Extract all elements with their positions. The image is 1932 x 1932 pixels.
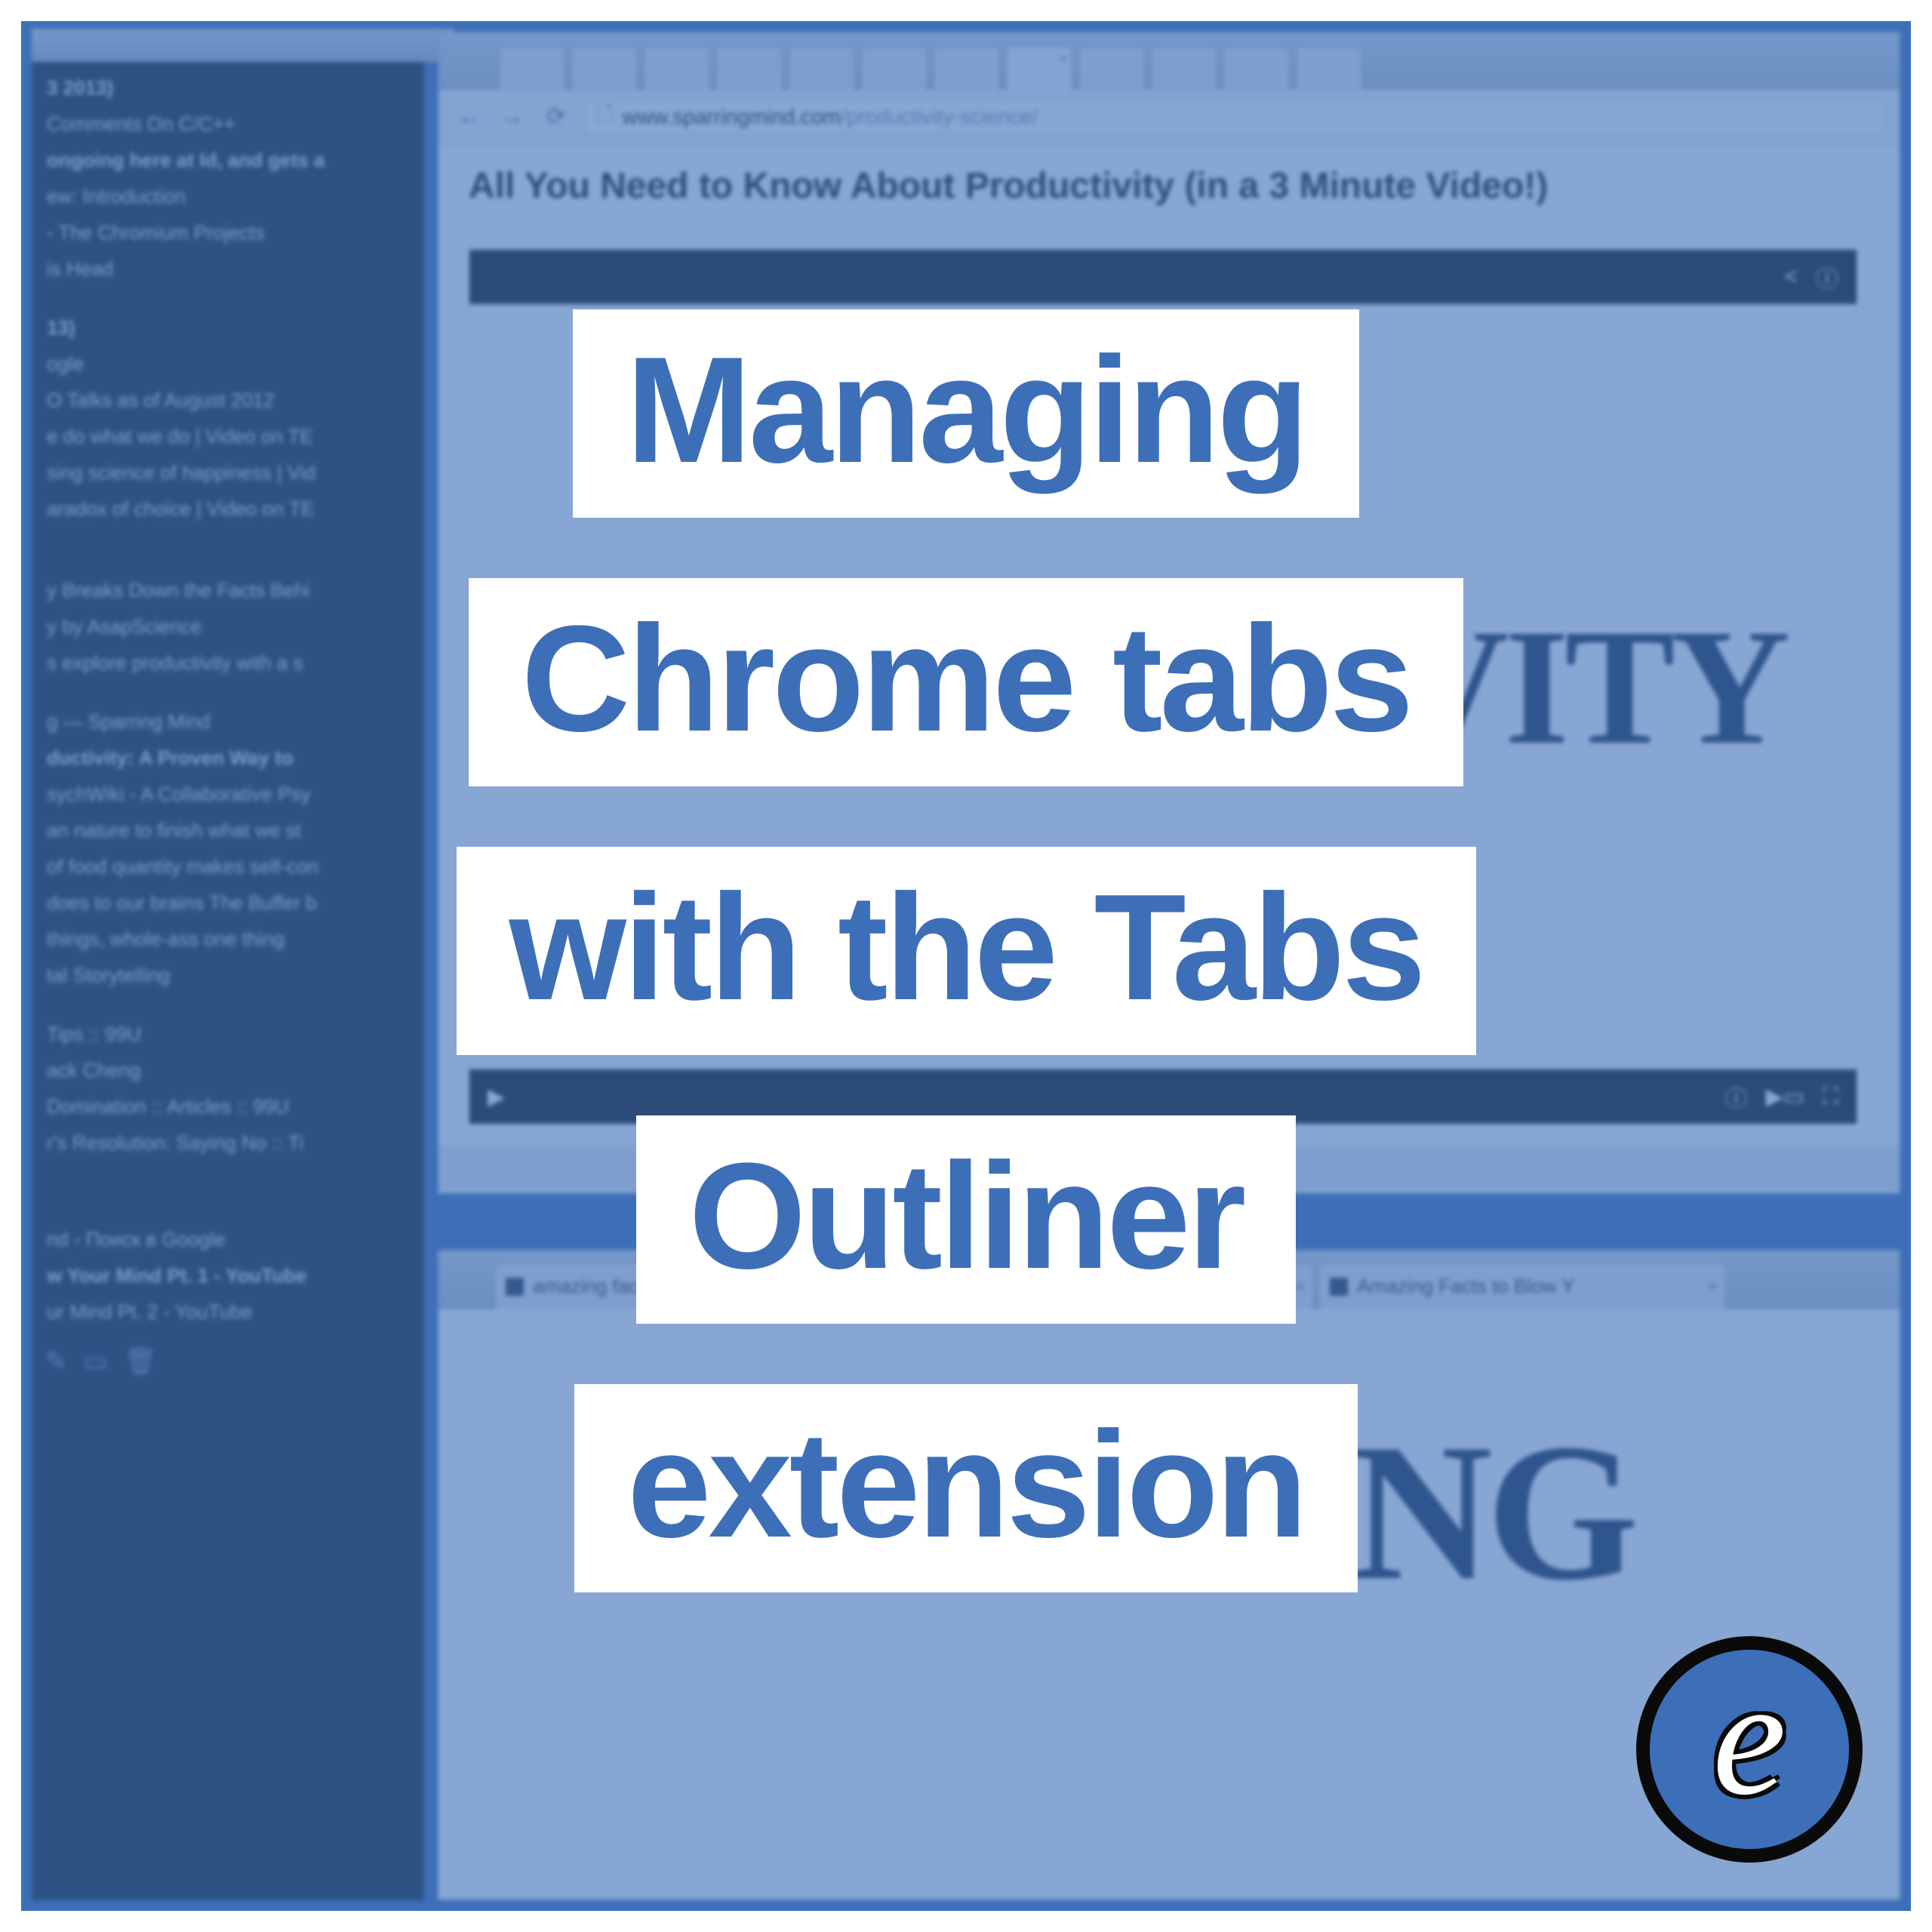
featured-image-canvas: 3 2013) Comments On C/C++ ongoing here a…: [0, 0, 1932, 1932]
title-line-1: Managing: [573, 309, 1358, 518]
logo-badge: e: [1636, 1636, 1863, 1863]
title-line-3: with the Tabs: [457, 847, 1476, 1055]
title-line-2: Chrome tabs: [469, 578, 1463, 786]
logo-letter: e: [1712, 1642, 1786, 1833]
title-overlay: Managing Chrome tabs with the Tabs Outli…: [0, 309, 1932, 1592]
title-line-5: extension: [574, 1384, 1358, 1592]
title-line-4: Outliner: [636, 1115, 1297, 1324]
